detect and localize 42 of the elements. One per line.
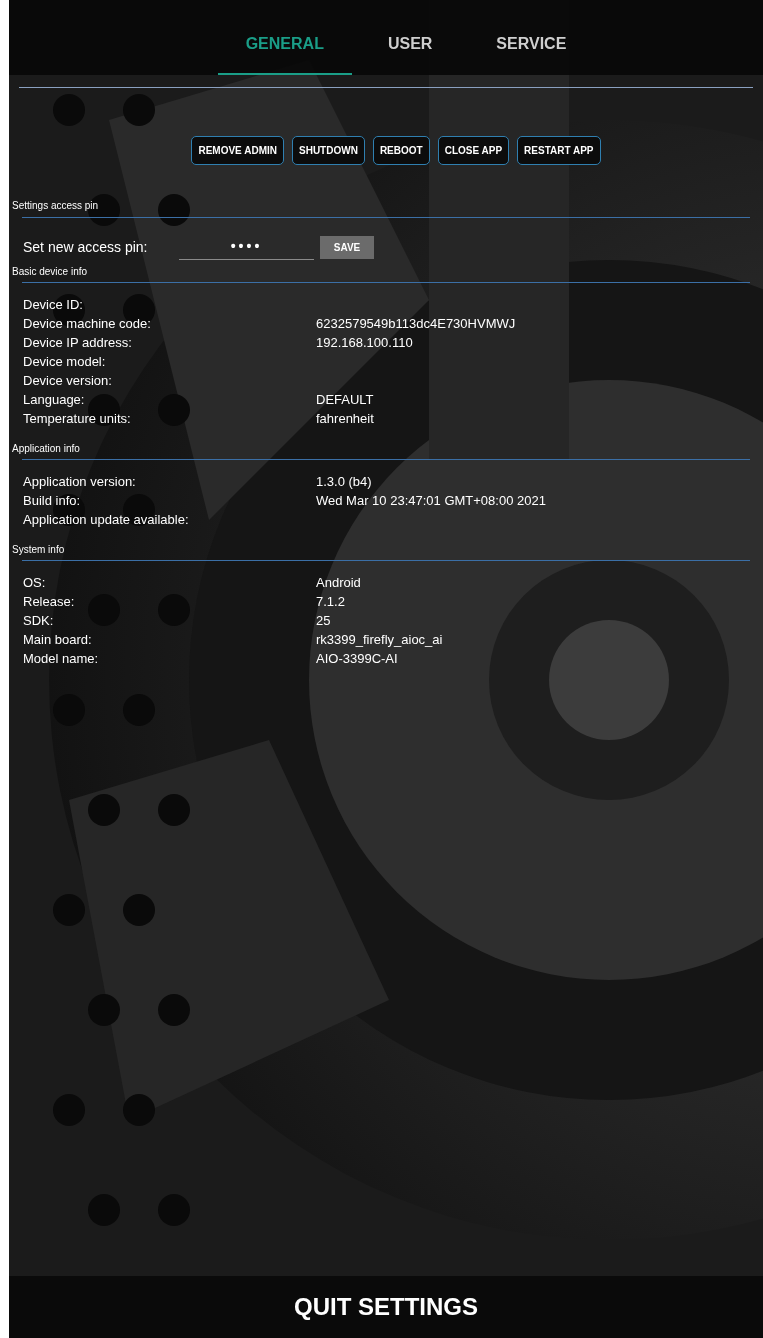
info-label: Device machine code: bbox=[23, 314, 152, 333]
quit-settings-button[interactable]: QUIT SETTINGS bbox=[9, 1276, 763, 1338]
section-title: Basic device info bbox=[12, 265, 89, 279]
info-value: DEFAULT bbox=[316, 390, 374, 409]
info-label: Device model: bbox=[23, 352, 107, 371]
action-button[interactable]: RESTART APP bbox=[517, 136, 601, 165]
info-label: Application version: bbox=[23, 472, 137, 491]
pin-field[interactable]: •••• bbox=[179, 234, 314, 260]
info-label: Model name: bbox=[23, 649, 100, 668]
tab[interactable]: USER bbox=[359, 0, 461, 75]
section-title: System info bbox=[12, 543, 66, 557]
info-value: 6232579549b113dc4E730HVMWJ bbox=[316, 314, 516, 333]
info-value: 192.168.100.110 bbox=[316, 333, 413, 352]
info-value: 7.1.2 bbox=[316, 592, 345, 611]
section-title: Settings access pin bbox=[12, 199, 100, 213]
info-value: fahrenheit bbox=[316, 409, 374, 428]
info-label: Main board: bbox=[23, 630, 93, 649]
tab[interactable]: SERVICE bbox=[468, 0, 595, 75]
action-button[interactable]: SHUTDOWN bbox=[292, 136, 365, 165]
info-label: OS: bbox=[23, 573, 47, 592]
info-label: SDK: bbox=[23, 611, 55, 630]
info-value: Android bbox=[316, 573, 361, 592]
action-button[interactable]: CLOSE APP bbox=[437, 136, 510, 165]
info-value: 25 bbox=[316, 611, 331, 630]
info-label: Build info: bbox=[23, 491, 82, 510]
action-button[interactable]: REBOOT bbox=[372, 136, 430, 165]
info-value: rk3399_firefly_aioc_ai bbox=[316, 630, 443, 649]
info-label: Application update available: bbox=[23, 510, 190, 529]
save-button[interactable]: SAVE bbox=[320, 235, 374, 259]
action-button[interactable]: REMOVE ADMIN bbox=[191, 136, 284, 165]
info-value: Wed Mar 10 23:47:01 GMT+08:00 2021 bbox=[316, 491, 546, 510]
info-value: 1.3.0 (b4) bbox=[316, 472, 372, 491]
info-label: Release: bbox=[23, 592, 76, 611]
section-title: Application info bbox=[12, 442, 81, 456]
info-label: Language: bbox=[23, 390, 86, 409]
tab[interactable]: GENERAL bbox=[217, 0, 352, 75]
info-label: Device IP address: bbox=[23, 333, 133, 352]
info-label: Temperature units: bbox=[23, 409, 132, 428]
info-label: Device version: bbox=[23, 371, 113, 390]
info-value: AIO-3399C-AI bbox=[316, 649, 398, 668]
info-label: Device ID: bbox=[23, 295, 84, 314]
field-label: Set new access pin: bbox=[23, 237, 149, 257]
